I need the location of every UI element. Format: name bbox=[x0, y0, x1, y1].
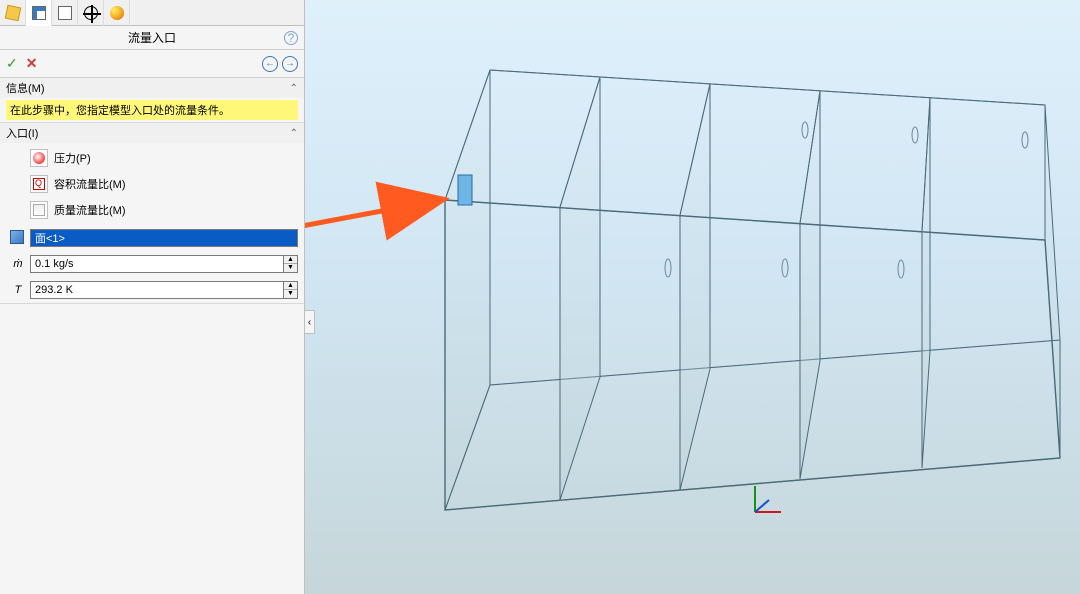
inlet-option-vol-flow[interactable]: 容积流量比(M) bbox=[6, 171, 298, 197]
tab-dimxpert[interactable] bbox=[78, 0, 104, 26]
section-inlet: 入口(I) ⌃ 压力(P) 容积流量比(M) 质量流量比(M) 面<1> ṁ bbox=[0, 123, 304, 304]
inlet-option-pressure-label: 压力(P) bbox=[54, 150, 91, 166]
vol-flow-icon bbox=[30, 175, 48, 193]
mass-flow-rate-label: ṁ bbox=[6, 258, 30, 270]
mass-flow-rate-spinner[interactable]: ▲▼ bbox=[284, 255, 298, 273]
tree-icon bbox=[58, 6, 72, 20]
property-panel: 流量入口 ? ✓ ✕ ← → 信息(M) ⌃ 在此步骤中，您指定模型入口处的流量… bbox=[0, 0, 305, 594]
graphics-viewport[interactable]: ‹ bbox=[305, 0, 1080, 594]
cube-icon bbox=[4, 5, 21, 22]
section-info-header[interactable]: 信息(M) ⌃ bbox=[0, 78, 304, 98]
help-button[interactable]: ? bbox=[284, 31, 298, 45]
next-button[interactable]: → bbox=[282, 56, 298, 72]
chevron-up-icon: ⌃ bbox=[290, 128, 298, 139]
temperature-spinner[interactable]: ▲▼ bbox=[284, 281, 298, 299]
model-geometry bbox=[305, 0, 1080, 594]
tab-property-manager[interactable] bbox=[26, 0, 52, 26]
temperature-label: T bbox=[6, 284, 30, 296]
mass-flow-rate-row: ṁ ▲▼ bbox=[6, 253, 298, 275]
cancel-button[interactable]: ✕ bbox=[26, 55, 38, 72]
prev-button[interactable]: ← bbox=[262, 56, 278, 72]
grid-icon bbox=[32, 6, 46, 20]
temperature-row: T ▲▼ bbox=[6, 279, 298, 301]
tab-feature-manager[interactable] bbox=[0, 0, 26, 26]
tab-render[interactable] bbox=[104, 0, 130, 26]
panel-title: 流量入口 bbox=[128, 29, 176, 46]
inlet-option-pressure[interactable]: 压力(P) bbox=[6, 145, 298, 171]
section-info: 信息(M) ⌃ 在此步骤中，您指定模型入口处的流量条件。 bbox=[0, 78, 304, 123]
selected-face-input[interactable]: 面<1> bbox=[30, 229, 298, 247]
pressure-icon bbox=[30, 149, 48, 167]
face-icon bbox=[10, 230, 26, 246]
ball-icon bbox=[110, 6, 124, 20]
section-inlet-label: 入口(I) bbox=[6, 125, 38, 141]
selected-face-row: 面<1> bbox=[6, 227, 298, 249]
panel-header: 流量入口 ? bbox=[0, 26, 304, 50]
tab-configuration-manager[interactable] bbox=[52, 0, 78, 26]
inlet-option-vol-flow-label: 容积流量比(M) bbox=[54, 176, 126, 192]
action-row: ✓ ✕ ← → bbox=[0, 50, 304, 78]
target-icon bbox=[84, 6, 98, 20]
inlet-option-mass-flow-label: 质量流量比(M) bbox=[54, 202, 126, 218]
mass-flow-icon bbox=[30, 201, 48, 219]
orientation-triad bbox=[747, 480, 787, 520]
temperature-input[interactable] bbox=[30, 281, 284, 299]
chevron-up-icon: ⌃ bbox=[290, 83, 298, 94]
ok-button[interactable]: ✓ bbox=[6, 55, 18, 72]
section-info-label: 信息(M) bbox=[6, 80, 45, 96]
manager-tabstrip bbox=[0, 0, 304, 26]
inlet-option-mass-flow[interactable]: 质量流量比(M) bbox=[6, 197, 298, 223]
mass-flow-rate-input[interactable] bbox=[30, 255, 284, 273]
info-message: 在此步骤中，您指定模型入口处的流量条件。 bbox=[6, 100, 298, 120]
section-inlet-header[interactable]: 入口(I) ⌃ bbox=[0, 123, 304, 143]
